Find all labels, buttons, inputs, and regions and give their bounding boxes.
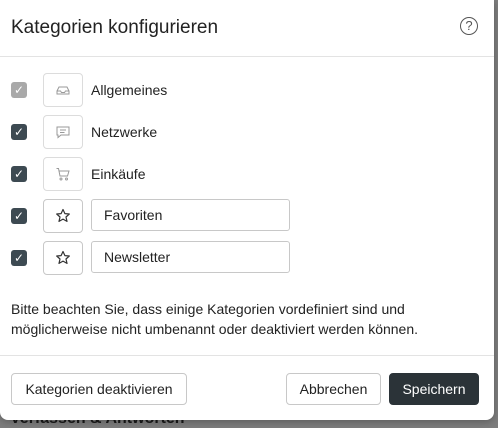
configure-categories-dialog: Kategorien konfigurieren ? ✓ Allgemeines… bbox=[0, 0, 494, 420]
category-checkbox: ✓ bbox=[11, 82, 27, 98]
icon-picker-button[interactable] bbox=[43, 199, 83, 233]
save-button[interactable]: Speichern bbox=[389, 373, 479, 405]
category-checkbox[interactable]: ✓ bbox=[11, 250, 27, 266]
dialog-header: Kategorien konfigurieren ? bbox=[0, 0, 494, 57]
category-row-netzwerke: ✓ Netzwerke bbox=[0, 115, 494, 149]
icon-picker-button[interactable] bbox=[43, 241, 83, 275]
category-row-einkaeufe: ✓ Einkäufe bbox=[0, 157, 494, 191]
category-checkbox[interactable]: ✓ bbox=[11, 166, 27, 182]
category-checkbox[interactable]: ✓ bbox=[11, 124, 27, 140]
deactivate-categories-button[interactable]: Kategorien deaktivieren bbox=[11, 373, 187, 405]
shopping-cart-icon bbox=[43, 157, 83, 191]
help-icon[interactable]: ? bbox=[460, 17, 478, 35]
category-row-favoriten: ✓ bbox=[0, 199, 494, 233]
category-row-newsletter: ✓ bbox=[0, 241, 494, 275]
category-checkbox[interactable]: ✓ bbox=[11, 208, 27, 224]
chat-bubble-icon bbox=[43, 115, 83, 149]
category-label: Allgemeines bbox=[91, 82, 168, 98]
category-label: Netzwerke bbox=[91, 124, 158, 140]
category-name-input[interactable] bbox=[91, 199, 290, 231]
category-name-input[interactable] bbox=[91, 241, 290, 273]
footer-divider bbox=[0, 355, 494, 356]
dialog-title: Kategorien konfigurieren bbox=[11, 17, 219, 38]
star-icon bbox=[56, 208, 70, 222]
inbox-icon bbox=[43, 73, 83, 107]
cancel-button[interactable]: Abbrechen bbox=[286, 373, 381, 405]
category-row-allgemeines: ✓ Allgemeines bbox=[0, 73, 494, 107]
star-icon bbox=[56, 250, 70, 264]
info-note: Bitte beachten Sie, dass einige Kategori… bbox=[11, 301, 419, 337]
category-label: Einkäufe bbox=[91, 166, 146, 182]
